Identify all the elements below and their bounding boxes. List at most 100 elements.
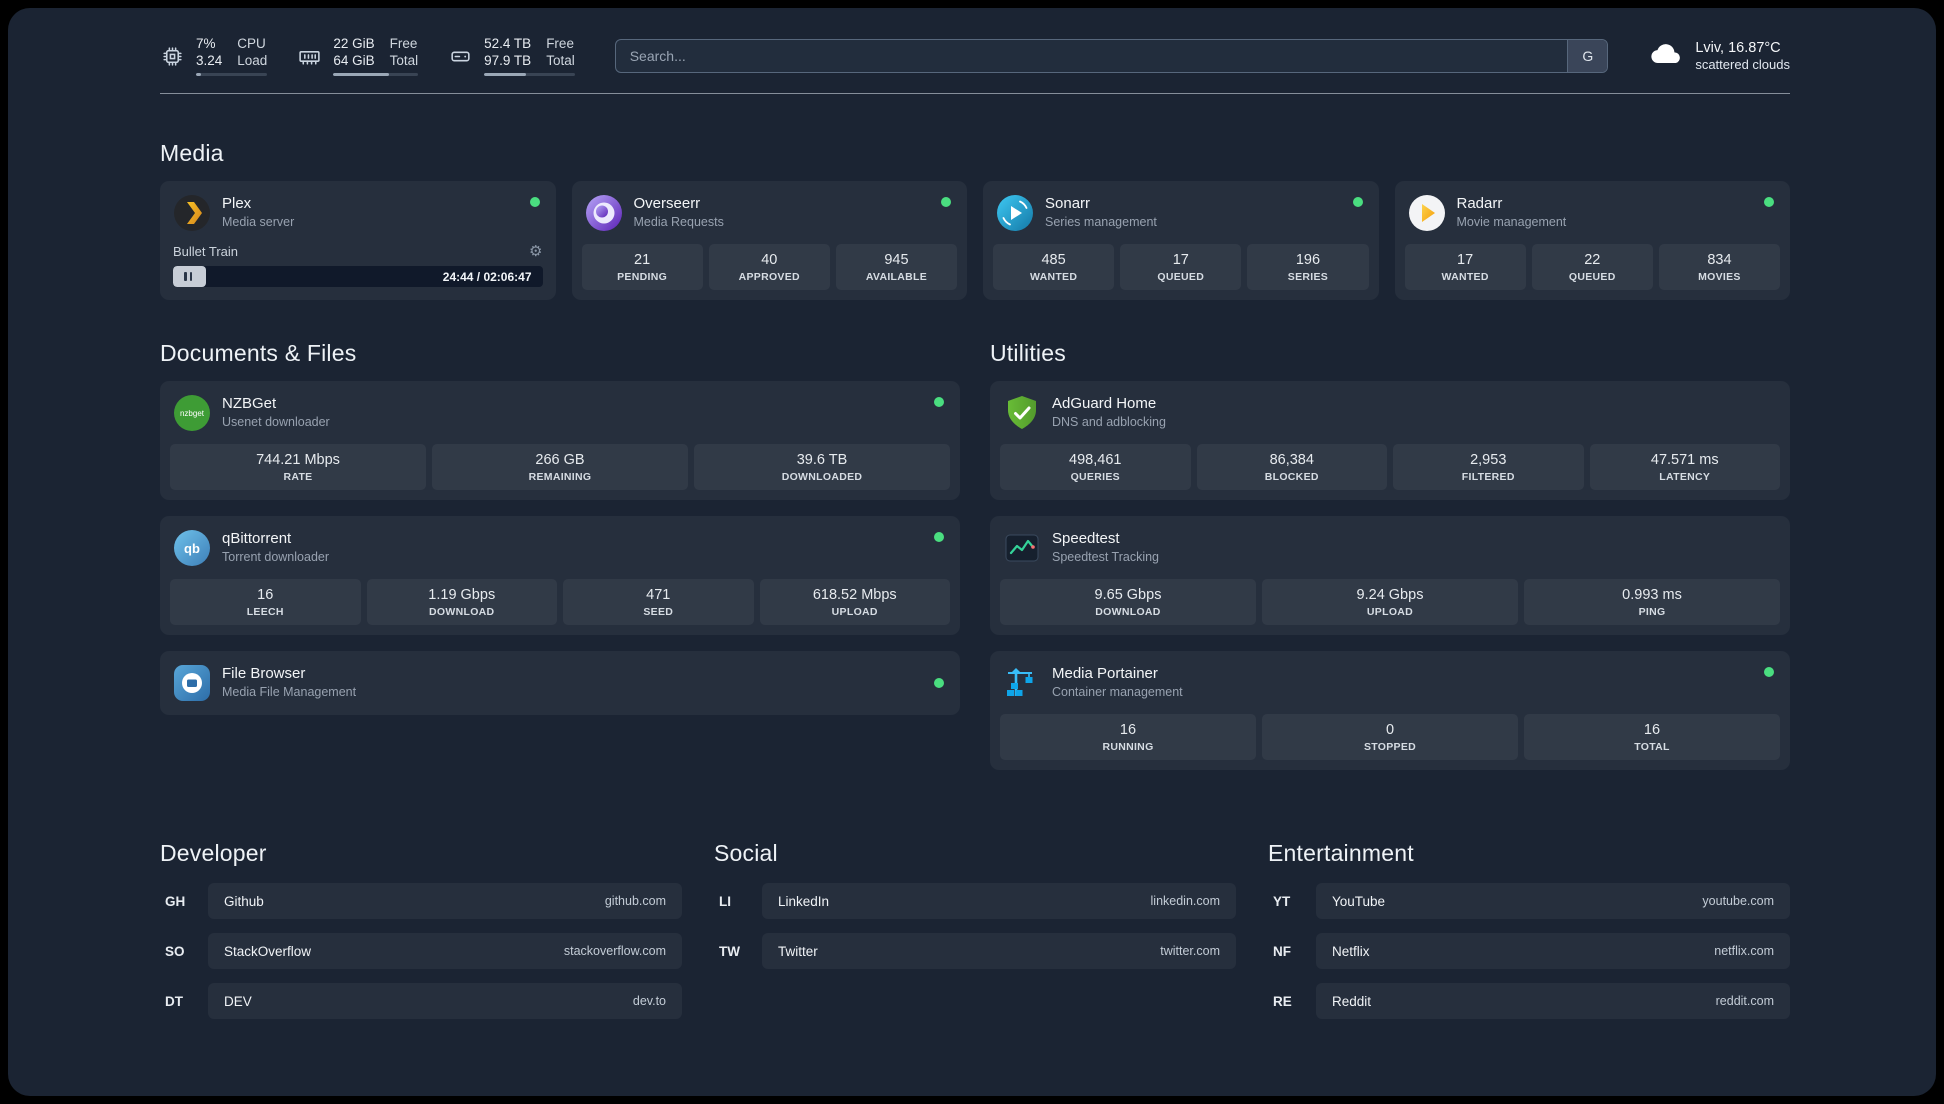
- stat-block: 21 PENDING: [581, 244, 703, 290]
- bookmark-link-twitter[interactable]: Twitter twitter.com: [762, 933, 1236, 969]
- bookmark-link-github[interactable]: Github github.com: [208, 883, 682, 919]
- service-card-plex[interactable]: Plex Media server Bullet Train ⚙ 24:44 /…: [160, 181, 556, 300]
- stat-label: QUEUED: [1157, 271, 1205, 283]
- service-stats: 498,461 QUERIES 86,384 BLOCKED 2,953 FILTER…: [1000, 444, 1780, 490]
- stat-value: 9.65 Gbps: [1094, 587, 1162, 603]
- stat-block: 744.21 Mbps RATE: [170, 444, 426, 490]
- memory-total-value: 64 GiB: [333, 53, 375, 68]
- status-dot: [1764, 197, 1774, 207]
- cpu-load-value: 3.24: [196, 53, 223, 68]
- bookmark-link-youtube[interactable]: YouTube youtube.com: [1316, 883, 1790, 919]
- bookmark-name: YouTube: [1332, 893, 1386, 909]
- bookmark-link-dev[interactable]: DEV dev.to: [208, 983, 682, 1019]
- stat-label: QUERIES: [1070, 471, 1120, 483]
- bookmark-link-linkedin[interactable]: LinkedIn linkedin.com: [762, 883, 1236, 919]
- pause-icon[interactable]: [184, 272, 187, 281]
- cpu-percent-value: 7%: [196, 35, 216, 51]
- stat-block: 1.19 Gbps DOWNLOAD: [366, 579, 557, 625]
- stat-value: 945: [884, 252, 909, 268]
- bookmark-link-stackoverflow[interactable]: StackOverflow stackoverflow.com: [208, 933, 682, 969]
- stat-value: 9.24 Gbps: [1356, 587, 1424, 603]
- status-dot: [934, 397, 944, 407]
- bookmark-name: Netflix: [1332, 943, 1370, 959]
- playback-progress-fill: [173, 266, 207, 287]
- service-name: Radarr: [1456, 195, 1503, 212]
- section-media: Media Plex Media server Bullet Train ⚙ 2…: [160, 140, 1790, 300]
- search-bar[interactable]: G: [614, 39, 1609, 73]
- stat-label: DOWNLOADED: [781, 471, 863, 483]
- search-input[interactable]: [615, 40, 1568, 72]
- service-card-portainer[interactable]: Media Portainer Container management 16 R…: [990, 651, 1790, 770]
- svg-text:qb: qb: [184, 541, 200, 556]
- disk-icon: [448, 44, 473, 69]
- service-card-overseerr[interactable]: Overseerr Media Requests 21 PENDING 40 APP…: [571, 181, 967, 300]
- service-card-radarr[interactable]: Radarr Movie management 17 WANTED 22 QUEUE…: [1394, 181, 1790, 300]
- playback-progressbar[interactable]: 24:44 / 02:06:47: [173, 266, 543, 287]
- bookmark-link-reddit[interactable]: Reddit reddit.com: [1316, 983, 1790, 1019]
- service-card-sonarr[interactable]: Sonarr Series management 485 WANTED 17 QUE…: [983, 181, 1379, 300]
- bookmark-abbr: YT: [1273, 893, 1291, 909]
- section-utilities: Utilities AdGuard Home DNS and adblockin…: [990, 340, 1790, 786]
- bookmark-domain: linkedin.com: [1150, 894, 1220, 908]
- stat-value: 22: [1584, 252, 1601, 268]
- bookmark-row: LI LinkedIn linkedin.com: [714, 883, 1236, 919]
- stat-value: 16: [1119, 722, 1137, 738]
- stat-label: MOVIES: [1698, 271, 1741, 283]
- stat-block: 9.24 Gbps UPLOAD: [1262, 579, 1518, 625]
- bookmark-domain: youtube.com: [1702, 894, 1774, 908]
- filebrowser-icon: [173, 664, 211, 702]
- section-title-developer: Developer: [160, 840, 267, 866]
- playback-time: 24:44 / 02:06:47: [442, 269, 532, 284]
- stat-value: 618.52 Mbps: [812, 587, 897, 603]
- stat-label: RATE: [283, 471, 313, 483]
- stat-value: 21: [634, 252, 651, 268]
- cpu-readout: 7% CPU 3.24 Load: [196, 35, 268, 77]
- gear-icon[interactable]: ⚙: [529, 244, 542, 259]
- service-description: Media Requests: [633, 215, 724, 229]
- service-description: Media server: [222, 215, 295, 229]
- stat-label: TOTAL: [1634, 741, 1670, 753]
- service-description: Series management: [1045, 215, 1157, 229]
- disk-progress-fill: [484, 73, 526, 77]
- bookmark-name: Reddit: [1332, 993, 1372, 1009]
- stat-label: SEED: [643, 606, 674, 618]
- stat-block: 945 AVAILABLE: [835, 244, 958, 290]
- stat-block: 618.52 Mbps UPLOAD: [759, 579, 950, 625]
- stat-value: 744.21 Mbps: [256, 452, 340, 468]
- stat-block: 498,461 QUERIES: [1000, 444, 1191, 490]
- middle-columns: Documents & Files nzbget NZBGet Usenet d…: [160, 340, 1790, 786]
- bookmark-row: YT YouTube youtube.com: [1268, 883, 1790, 919]
- service-description: DNS and adblocking: [1052, 415, 1166, 429]
- service-card-nzbget[interactable]: nzbget NZBGet Usenet downloader 744.21 M…: [160, 381, 960, 500]
- stat-label: SERIES: [1287, 271, 1329, 283]
- plex-icon: [173, 194, 211, 232]
- service-card-adguard[interactable]: AdGuard Home DNS and adblocking 498,461 Q…: [990, 381, 1790, 500]
- service-card-qbittorrent[interactable]: qb qBittorrent Torrent downloader 16 LEEC…: [160, 516, 960, 635]
- bookmark-name: Twitter: [778, 943, 818, 959]
- disk-total-value: 97.9 TB: [484, 53, 532, 68]
- service-card-speedtest[interactable]: Speedtest Speedtest Tracking 9.65 Gbps DO…: [990, 516, 1790, 635]
- stat-value: 2,953: [1470, 452, 1507, 468]
- stat-value: 834: [1707, 252, 1732, 268]
- stat-block: 266 GB REMAINING: [432, 444, 688, 490]
- memory-progress-fill: [333, 73, 390, 77]
- service-card-filebrowser[interactable]: File Browser Media File Management: [160, 651, 960, 715]
- bookmark-name: Github: [224, 893, 264, 909]
- pause-icon[interactable]: [189, 272, 192, 281]
- bookmark-domain: netflix.com: [1714, 944, 1774, 958]
- search-provider-button[interactable]: G: [1567, 40, 1608, 72]
- stat-value: 16: [257, 587, 274, 603]
- qbittorrent-icon: qb: [173, 529, 211, 567]
- stat-label: AVAILABLE: [865, 271, 928, 283]
- bookmark-link-netflix[interactable]: Netflix netflix.com: [1316, 933, 1790, 969]
- stat-value: 0: [1385, 722, 1395, 738]
- stat-label: APPROVED: [738, 271, 800, 283]
- memory-free-value: 22 GiB: [333, 35, 375, 51]
- service-stats: 17 WANTED 22 QUEUED 834 MOVIES: [1404, 244, 1781, 290]
- bookmark-row: NF Netflix netflix.com: [1268, 933, 1790, 969]
- status-dot: [941, 197, 951, 207]
- stat-value: 0.993 ms: [1622, 587, 1682, 603]
- stat-block: 485 WANTED: [993, 244, 1115, 290]
- stat-label: RUNNING: [1102, 741, 1154, 753]
- stat-label: DOWNLOAD: [1095, 606, 1161, 618]
